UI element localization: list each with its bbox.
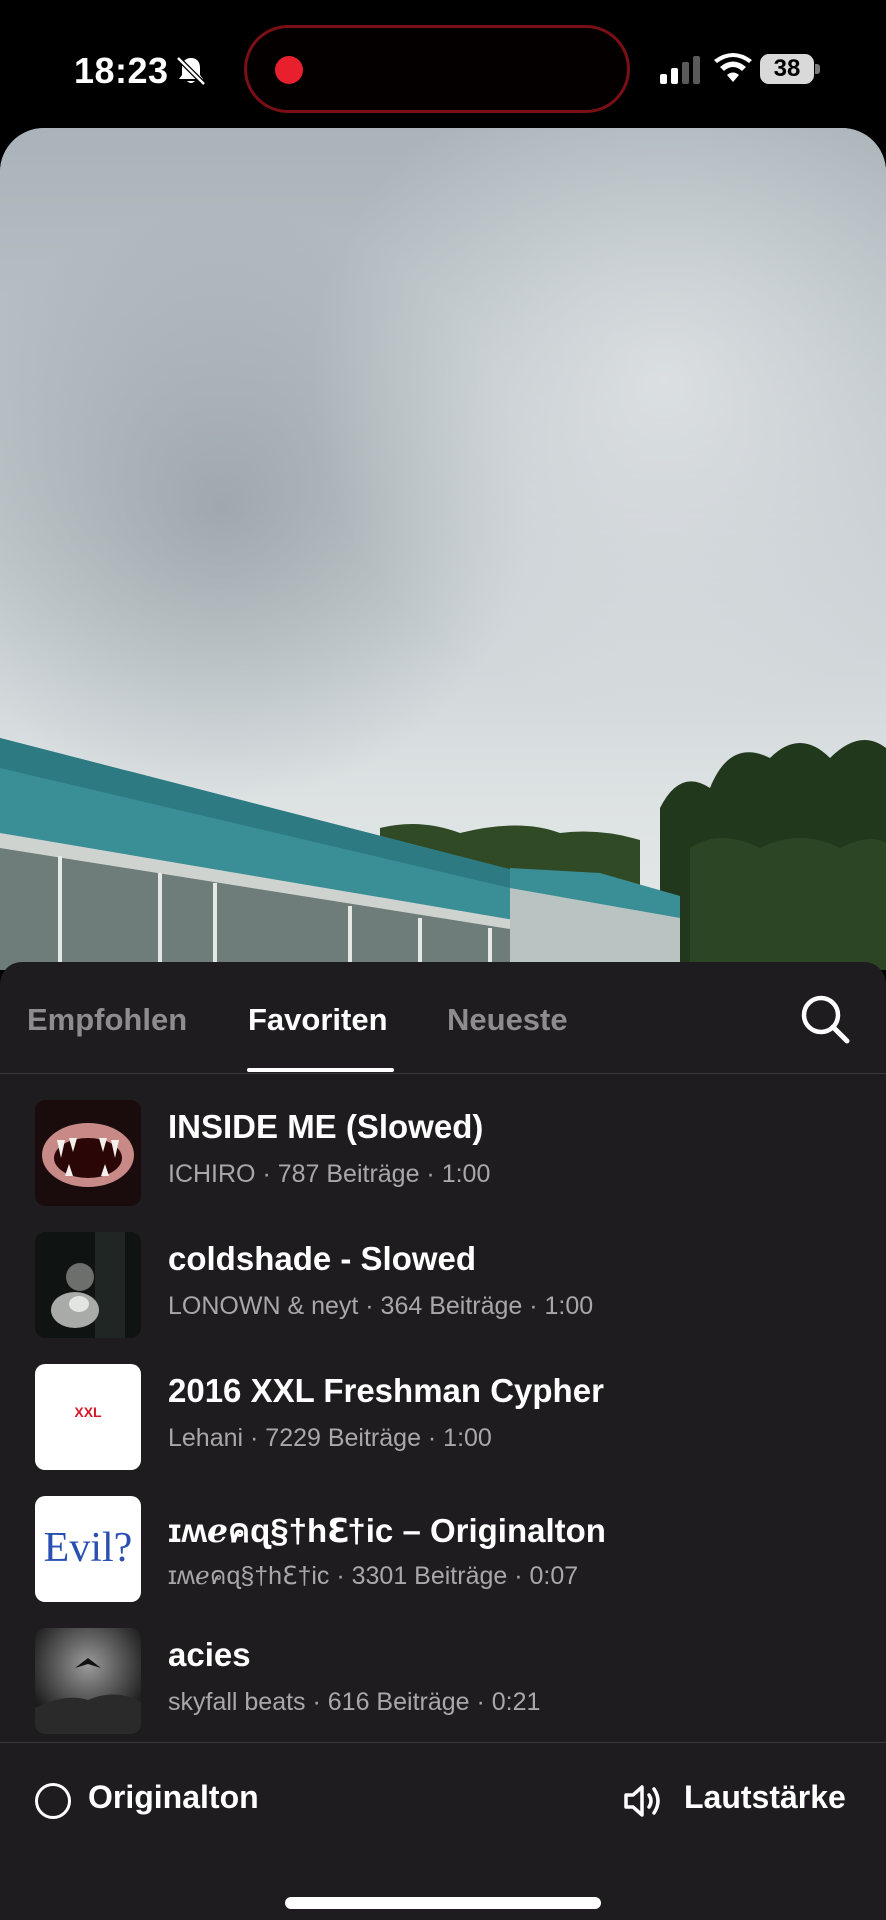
album-cover [35,1100,141,1206]
album-cover [35,1232,141,1338]
album-cover: XXL [35,1364,141,1470]
song-title: INSIDE ME (Slowed) [168,1108,484,1145]
original-sound-label[interactable]: Originalton [88,1779,259,1816]
search-icon[interactable] [798,992,852,1046]
song-title: ɪʍℯคɋ§†hℇ†ic – Originalton [168,1512,606,1549]
tab-favoriten[interactable]: Favoriten [248,1002,388,1038]
home-indicator[interactable] [285,1897,601,1909]
camera-preview-image [0,128,886,970]
battery-level: 38 [773,55,801,82]
tab-neueste[interactable]: Neueste [447,1002,568,1038]
list-item[interactable]: coldshade - Slowed LONOWN & neyt · 364 B… [0,1206,886,1338]
recording-dot-icon [275,56,303,84]
album-cover: Evil? [35,1496,141,1602]
active-tab-indicator [247,1068,394,1072]
bell-slash-icon [176,56,206,86]
volume-label[interactable]: Lautstärke [684,1779,846,1816]
album-cover-text: XXL [74,1404,102,1420]
album-cover [35,1628,141,1734]
list-item[interactable]: INSIDE ME (Slowed) ICHIRO · 787 Beiträge… [0,1074,886,1206]
list-item[interactable]: XXL 2016 XXL Freshman Cypher Lehani · 72… [0,1338,886,1470]
tab-empfohlen[interactable]: Empfohlen [27,1002,187,1038]
song-meta: Lehani · 7229 Beiträge · 1:00 [168,1424,492,1452]
song-meta: LONOWN & neyt · 364 Beiträge · 1:00 [168,1292,594,1320]
status-time: 18:23 [74,50,169,91]
song-meta: skyfall beats · 616 Beiträge · 0:21 [168,1688,541,1716]
cellular-signal-icon [660,56,700,84]
song-title: 2016 XXL Freshman Cypher [168,1372,604,1409]
dynamic-island[interactable] [244,25,630,113]
bottom-bar: Originalton Lautstärke [0,1742,886,1920]
song-title: acies [168,1636,251,1673]
battery-icon: 38 [760,54,820,84]
wifi-icon [714,53,752,82]
original-sound-radio[interactable] [35,1783,71,1819]
song-meta: ICHIRO · 787 Beiträge · 1:00 [168,1160,491,1188]
song-title: coldshade - Slowed [168,1240,477,1277]
tab-bar: Empfohlen Favoriten Neueste [0,962,886,1074]
album-cover-text: Evil? [43,1525,133,1571]
speaker-volume-icon[interactable] [622,1779,666,1823]
list-item[interactable]: Evil? ɪʍℯคɋ§†hℇ†ic – Originalton ɪʍℯคɋ§†… [0,1470,886,1602]
song-meta: ɪʍℯคɋ§†hℇ†ic · 3301 Beiträge · 0:07 [168,1562,579,1590]
status-bar: 18:23 38 [0,0,886,130]
list-item[interactable]: acies skyfall beats · 616 Beiträge · 0:2… [0,1602,886,1734]
